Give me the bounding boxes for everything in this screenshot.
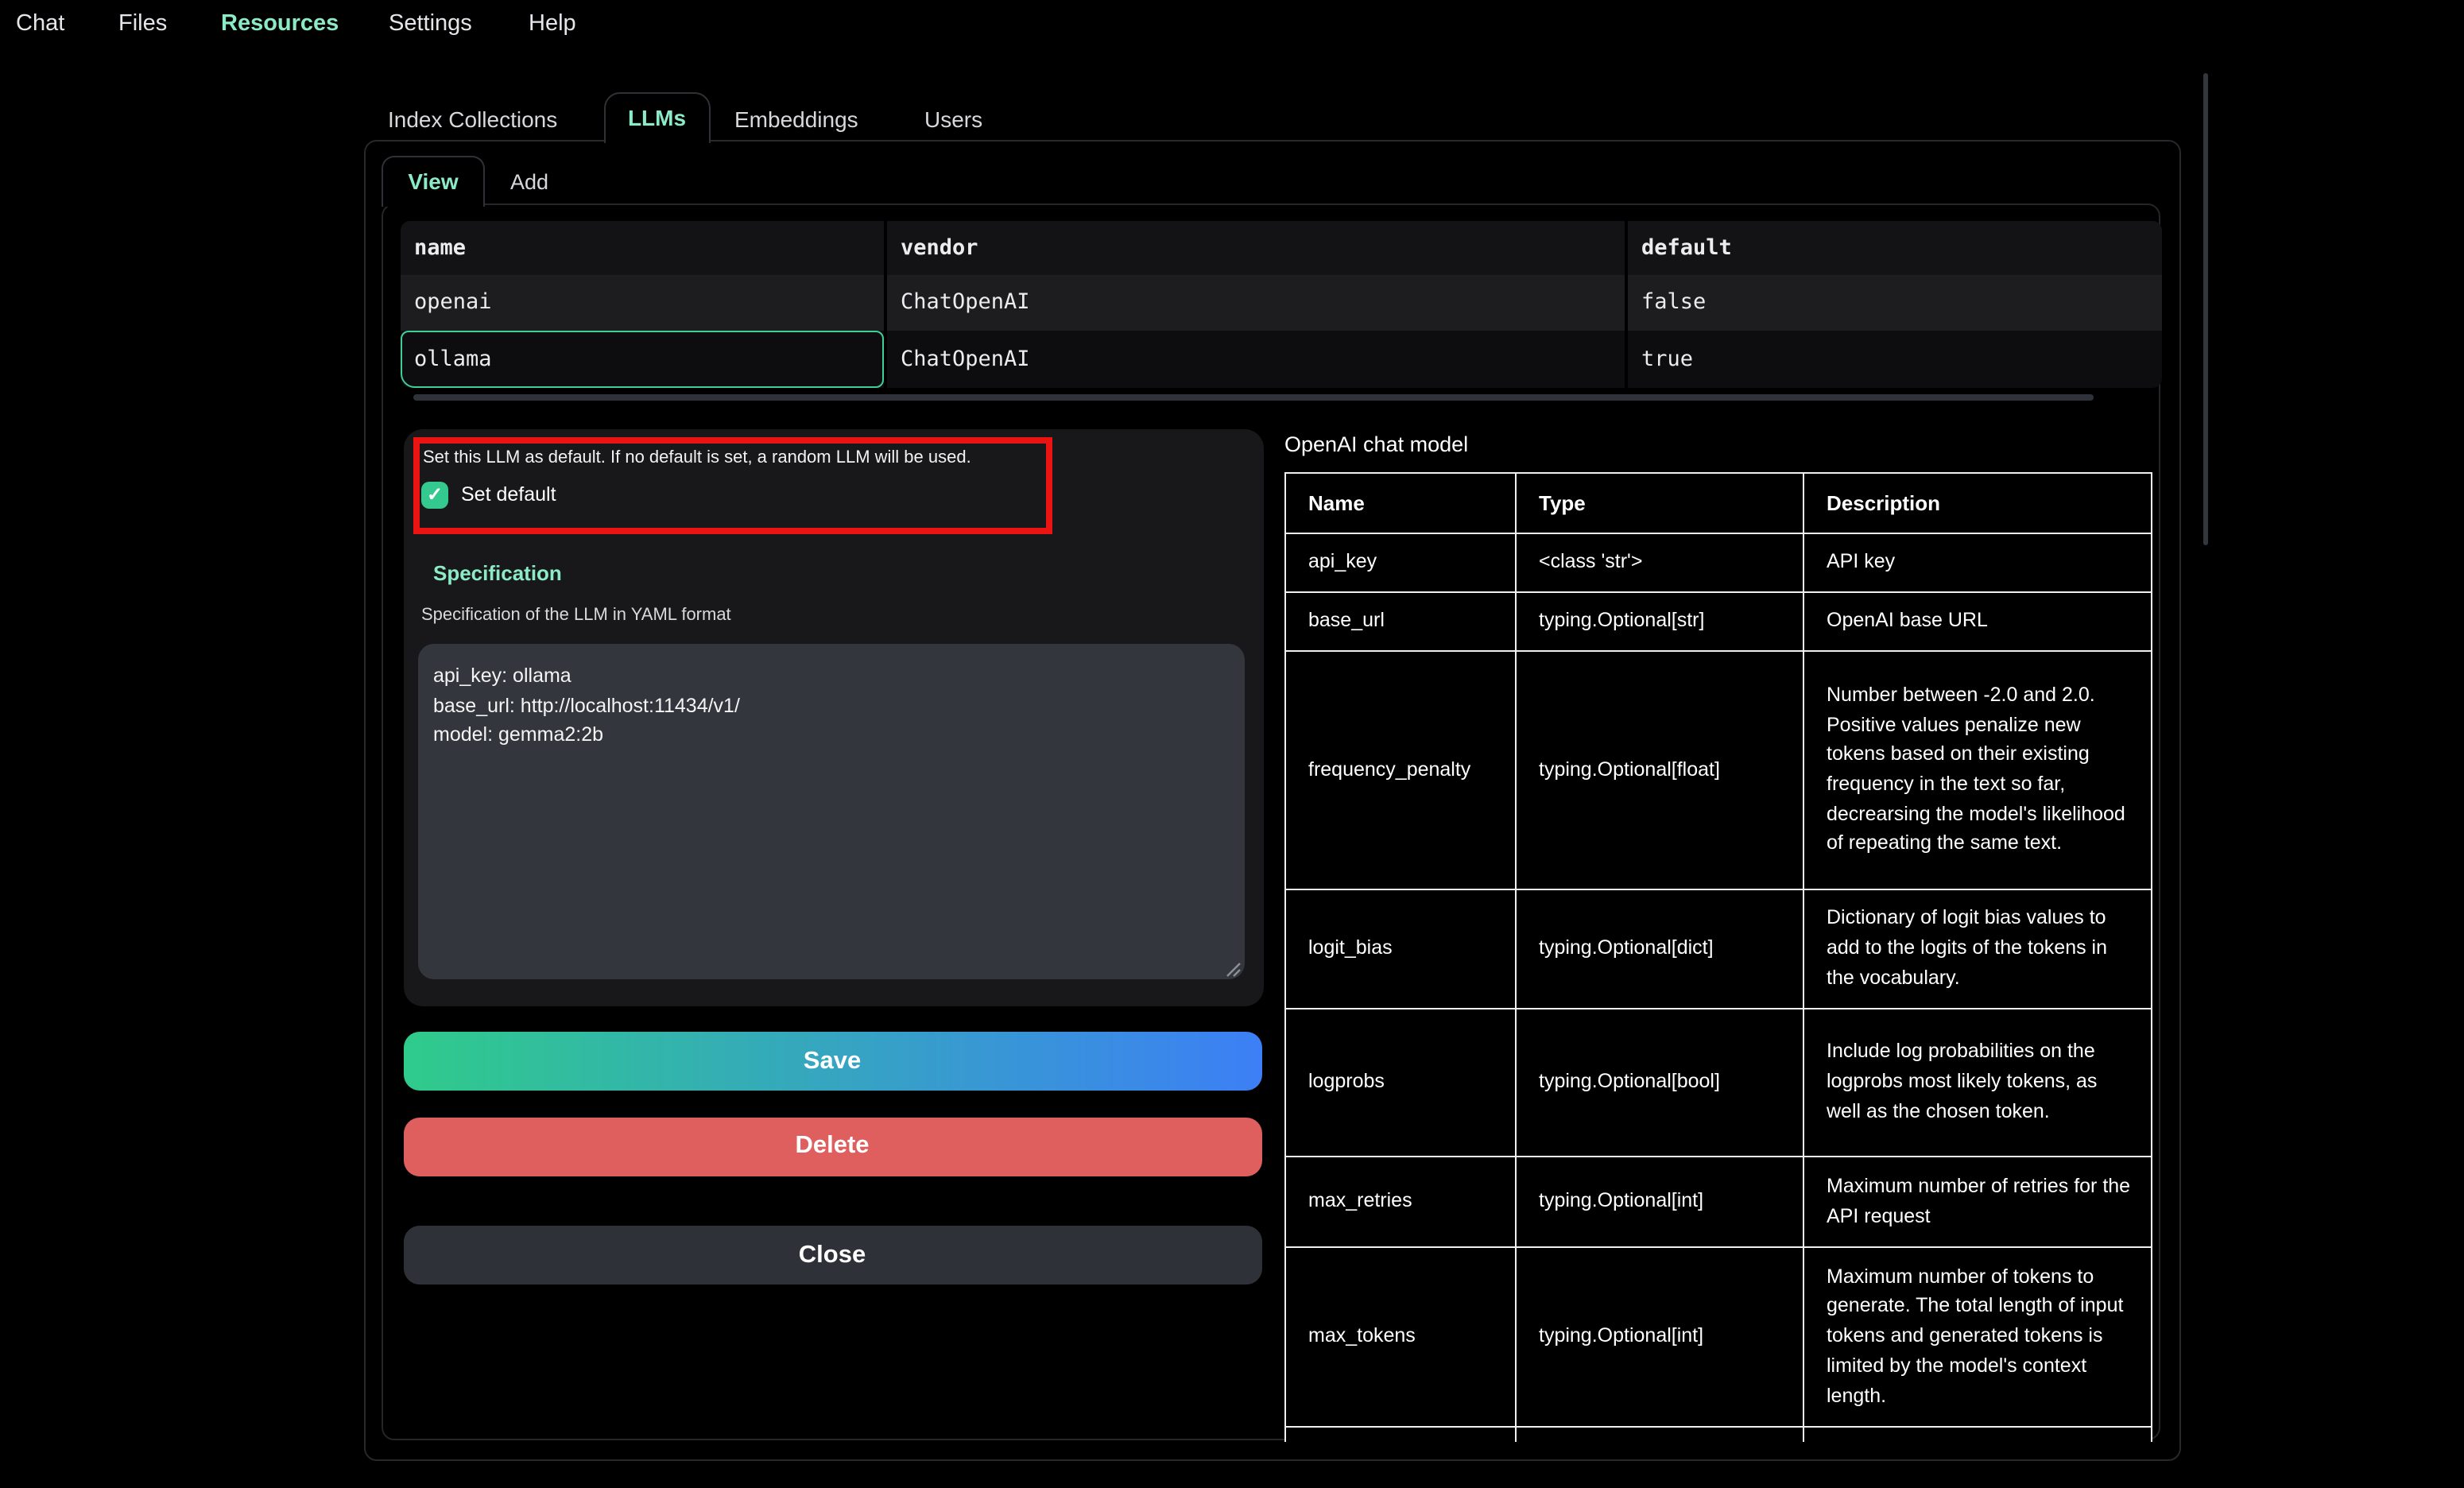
param-row-frequency-penalty: frequency_penalty typing.Optional[float]…	[1285, 650, 2152, 889]
nav-item-chat[interactable]: Chat	[16, 11, 64, 37]
tab-index-collections[interactable]: Index Collections	[388, 107, 557, 132]
llm-cell-default[interactable]: false	[1627, 274, 2162, 331]
subtab-add[interactable]: Add	[510, 169, 548, 193]
llm-col-header-default: default	[1627, 220, 2162, 274]
param-description: Maximum number of retries for the API re…	[1803, 1156, 2152, 1246]
nav-item-help[interactable]: Help	[529, 11, 576, 37]
vertical-scrollbar-thumb[interactable]	[2203, 73, 2207, 545]
param-name: logprobs	[1285, 1008, 1516, 1156]
tab-llms[interactable]: LLMs	[603, 91, 711, 142]
param-name: frequency_penalty	[1285, 650, 1516, 889]
param-type	[1516, 1426, 1803, 1441]
param-type: typing.Optional[bool]	[1516, 1008, 1803, 1156]
llm-col-header-vendor: vendor	[886, 220, 1627, 274]
param-name: max_tokens	[1285, 1246, 1516, 1426]
subtab-view[interactable]: View	[382, 155, 485, 206]
nav-item-settings[interactable]: Settings	[389, 11, 472, 37]
param-description: API key	[1803, 533, 2152, 591]
llm-row-ollama[interactable]: ollama ChatOpenAI true	[400, 331, 2162, 389]
llm-cell-name-selected[interactable]: ollama	[400, 331, 886, 389]
llm-list-table: name vendor default openai ChatOpenAI fa…	[400, 220, 2162, 388]
llm-cell-name[interactable]: openai	[400, 274, 886, 331]
params-col-name: Name	[1285, 472, 1516, 533]
llm-cell-default[interactable]: true	[1627, 331, 2162, 389]
param-type: typing.Optional[str]	[1516, 591, 1803, 650]
param-row-max-retries: max_retries typing.Optional[int] Maximum…	[1285, 1156, 2152, 1246]
param-name	[1285, 1426, 1516, 1441]
specification-sublabel: Specification of the LLM in YAML format	[421, 606, 731, 625]
save-button[interactable]: Save	[403, 1032, 1261, 1091]
tab-llms-label: LLMs	[628, 105, 686, 130]
params-panel-title: OpenAI chat model	[1284, 432, 1468, 456]
param-type: <class 'str'>	[1516, 533, 1803, 591]
param-type: typing.Optional[float]	[1516, 650, 1803, 889]
param-name: logit_bias	[1285, 889, 1516, 1008]
param-description: Include log probabilities on the logprob…	[1803, 1008, 2152, 1156]
params-table: Name Type Description api_key <class 'st…	[1284, 471, 2152, 1441]
tab-users[interactable]: Users	[924, 107, 982, 132]
resize-handle-icon[interactable]	[1222, 959, 1242, 978]
params-col-type: Type	[1516, 472, 1803, 533]
param-row-partial	[1285, 1426, 2152, 1441]
subtab-view-label: View	[408, 169, 458, 194]
params-table-container: Name Type Description api_key <class 'st…	[1284, 471, 2152, 1441]
llm-cell-vendor[interactable]: ChatOpenAI	[886, 274, 1627, 331]
llm-col-header-name: name	[400, 220, 886, 274]
param-description	[1803, 1426, 2152, 1441]
llm-cell-vendor[interactable]: ChatOpenAI	[886, 331, 1627, 389]
nav-item-resources[interactable]: Resources	[221, 11, 339, 37]
close-button[interactable]: Close	[403, 1226, 1261, 1285]
param-description: Dictionary of logit bias values to add t…	[1803, 889, 2152, 1008]
param-type: typing.Optional[dict]	[1516, 889, 1803, 1008]
param-type: typing.Optional[int]	[1516, 1156, 1803, 1246]
specification-heading: Specification	[433, 561, 562, 585]
param-type: typing.Optional[int]	[1516, 1246, 1803, 1426]
param-row-logprobs: logprobs typing.Optional[bool] Include l…	[1285, 1008, 2152, 1156]
param-description: OpenAI base URL	[1803, 591, 2152, 650]
app-window: Chat Files Resources Settings Help Index…	[0, 0, 2464, 1488]
llm-cell-name-text: ollama	[414, 347, 492, 372]
param-name: base_url	[1285, 591, 1516, 650]
params-col-description: Description	[1803, 472, 2152, 533]
default-note-text: Set this LLM as default. If no default i…	[423, 448, 1046, 467]
set-default-label: Set default	[461, 483, 556, 506]
param-description: Number between -2.0 and 2.0. Positive va…	[1803, 650, 2152, 889]
param-name: api_key	[1285, 533, 1516, 591]
nav-item-files[interactable]: Files	[118, 11, 167, 37]
param-row-base-url: base_url typing.Optional[str] OpenAI bas…	[1285, 591, 2152, 650]
yaml-spec-input[interactable]: api_key: ollama base_url: http://localho…	[417, 644, 1244, 979]
delete-button[interactable]: Delete	[403, 1117, 1261, 1176]
params-header-row: Name Type Description	[1285, 472, 2152, 533]
llm-row-openai[interactable]: openai ChatOpenAI false	[400, 274, 2162, 331]
llm-table-header: name vendor default	[400, 220, 2162, 274]
param-name: max_retries	[1285, 1156, 1516, 1246]
horizontal-scrollbar-thumb[interactable]	[413, 394, 2094, 400]
param-description: Maximum number of tokens to generate. Th…	[1803, 1246, 2152, 1426]
param-row-logit-bias: logit_bias typing.Optional[dict] Diction…	[1285, 889, 2152, 1008]
tab-embeddings[interactable]: Embeddings	[734, 107, 858, 132]
param-row-api-key: api_key <class 'str'> API key	[1285, 533, 2152, 591]
set-default-checkbox[interactable]: ✓	[421, 481, 448, 508]
check-icon: ✓	[427, 485, 443, 504]
param-row-max-tokens: max_tokens typing.Optional[int] Maximum …	[1285, 1246, 2152, 1426]
